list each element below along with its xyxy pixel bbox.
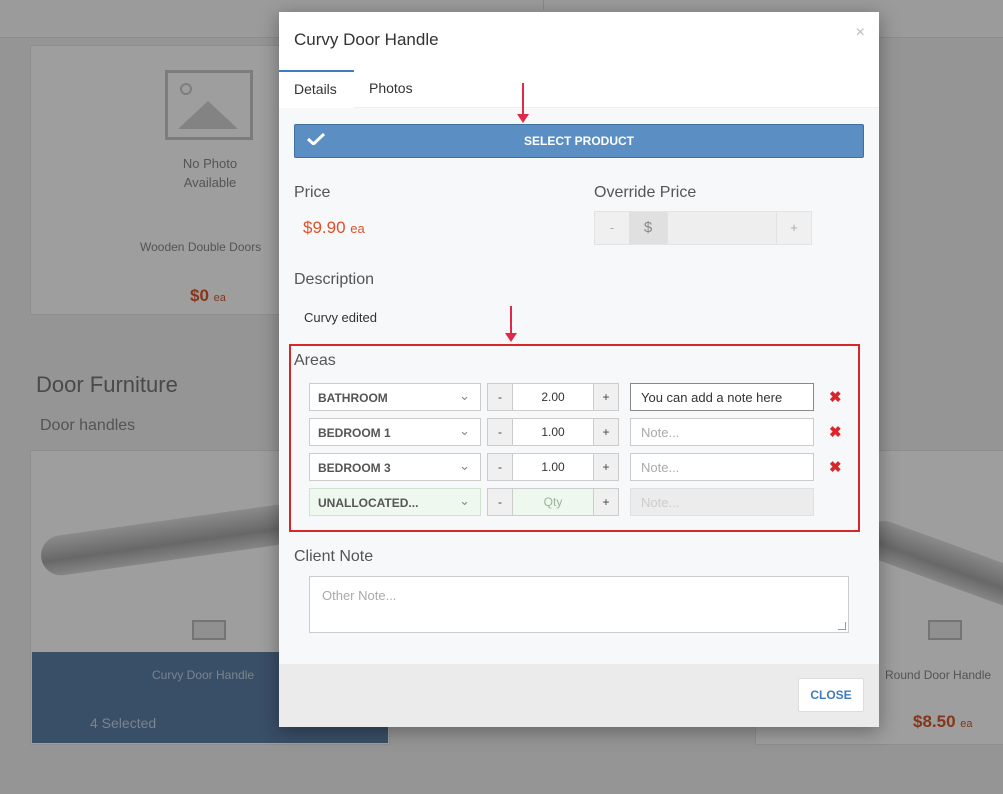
quantity-input[interactable]: 2.00: [512, 384, 594, 410]
close-icon[interactable]: ×: [856, 24, 865, 42]
increment-button[interactable]: +: [594, 454, 618, 480]
override-increment-button[interactable]: +: [777, 212, 811, 244]
chevron-down-icon: ⌄: [459, 458, 470, 473]
area-note-input[interactable]: You can add a note here: [630, 383, 814, 411]
tab-bar: Details Photos: [279, 70, 879, 108]
decrement-button[interactable]: -: [488, 384, 512, 410]
select-product-button[interactable]: SELECT PRODUCT: [294, 124, 864, 158]
description-label: Description: [294, 271, 375, 288]
override-price-group: - $ +: [594, 211, 812, 245]
remove-area-icon[interactable]: ✖: [829, 458, 842, 476]
remove-area-icon[interactable]: ✖: [829, 423, 842, 441]
chevron-down-icon: ⌄: [459, 493, 470, 508]
decrement-button[interactable]: -: [488, 454, 512, 480]
close-button[interactable]: CLOSE: [798, 678, 864, 712]
check-icon: [307, 133, 325, 145]
override-price-label: Override Price: [594, 184, 697, 201]
area-select[interactable]: BATHROOM ⌄: [309, 383, 481, 411]
quantity-stepper: - 1.00 +: [487, 418, 619, 446]
area-note-input[interactable]: Note...: [630, 453, 814, 481]
remove-area-icon[interactable]: ✖: [829, 388, 842, 406]
client-note-label: Client Note: [294, 548, 374, 565]
quantity-input[interactable]: 1.00: [512, 419, 594, 445]
modal-body: SELECT PRODUCT Price $9.90 ea Override P…: [279, 83, 879, 664]
select-product-label: SELECT PRODUCT: [523, 134, 634, 148]
price-value: $9.90 ea: [303, 218, 365, 237]
quantity-stepper: - 2.00 +: [487, 383, 619, 411]
increment-button[interactable]: +: [594, 384, 618, 410]
area-note-input[interactable]: Note...: [630, 418, 814, 446]
area-select[interactable]: UNALLOCATED... ⌄: [309, 488, 481, 516]
areas-section: Areas BATHROOM ⌄ - 2.00 + You can add a n…: [289, 344, 860, 532]
description-text: Curvy edited: [304, 310, 377, 325]
chevron-down-icon: ⌄: [459, 423, 470, 438]
currency-symbol: $: [629, 212, 667, 244]
decrement-button[interactable]: -: [488, 419, 512, 445]
chevron-down-icon: ⌄: [459, 388, 470, 403]
increment-button[interactable]: +: [594, 489, 618, 515]
area-select[interactable]: BEDROOM 3 ⌄: [309, 453, 481, 481]
resize-handle-icon[interactable]: [838, 622, 846, 630]
tab-details[interactable]: Details: [279, 70, 354, 108]
quantity-input[interactable]: Qty: [512, 489, 594, 515]
increment-button[interactable]: +: [594, 419, 618, 445]
tab-photos[interactable]: Photos: [354, 70, 428, 108]
modal-header: Curvy Door Handle ×: [279, 12, 879, 70]
decrement-button[interactable]: -: [488, 489, 512, 515]
modal-footer: CLOSE: [279, 664, 879, 727]
area-select[interactable]: BEDROOM 1 ⌄: [309, 418, 481, 446]
override-decrement-button[interactable]: -: [595, 212, 629, 244]
product-modal: Curvy Door Handle × Details Photos SELEC…: [279, 12, 879, 727]
quantity-stepper: - Qty +: [487, 488, 619, 516]
areas-label: Areas: [294, 352, 336, 369]
area-note-input: Note...: [630, 488, 814, 516]
quantity-input[interactable]: 1.00: [512, 454, 594, 480]
client-note-textarea[interactable]: Other Note...: [309, 576, 849, 633]
price-label: Price: [294, 184, 331, 201]
quantity-stepper: - 1.00 +: [487, 453, 619, 481]
annotation-arrow: [505, 306, 517, 342]
annotation-arrow: [517, 83, 529, 123]
override-price-input[interactable]: [667, 212, 777, 244]
modal-title: Curvy Door Handle: [294, 30, 439, 49]
